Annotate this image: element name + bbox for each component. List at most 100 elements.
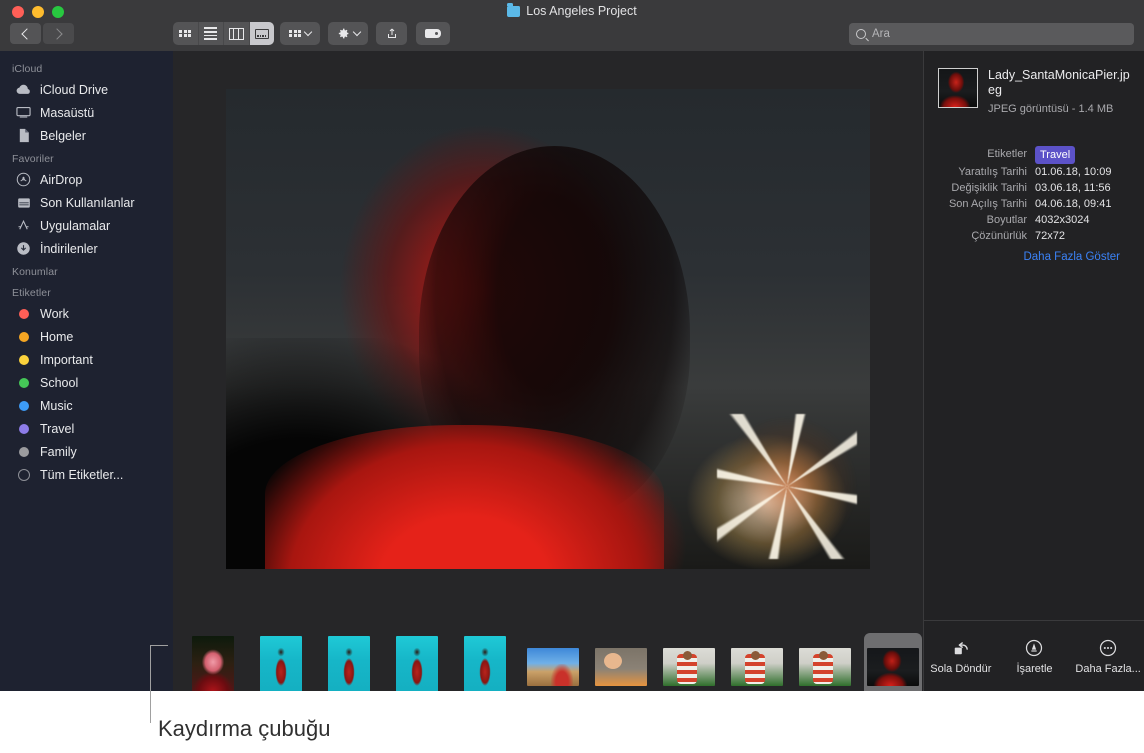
preview-area [173,51,923,606]
thumbnail-2[interactable] [252,633,310,691]
thumbnail-9[interactable] [728,633,786,691]
markup-icon [1024,638,1044,658]
search-field[interactable]: Ara [849,23,1134,45]
metadata-row-modified: Değişiklik Tarihi 03.06.18, 11:56 [924,180,1132,196]
metadata-key: Son Açılış Tarihi [924,196,1035,212]
sidebar-item-label: Family [40,445,77,459]
markup-button[interactable]: İşaretle [999,638,1069,675]
window-toolbar: Los Angeles Project [0,0,1144,52]
back-button[interactable] [10,23,41,44]
desktop-icon [16,105,31,120]
thumbnail-6[interactable] [524,633,582,691]
tag-dot-icon [16,444,31,459]
share-button[interactable] [376,22,407,45]
documents-icon [16,128,31,143]
sidebar-section-locations: Konumlar [0,260,173,281]
sidebar-item-tag-family[interactable]: Family [0,440,173,463]
sidebar-item-label: İndirilenler [40,242,98,256]
thumbnail-1[interactable] [184,633,242,691]
info-panel: Lady_SantaMonicaPier.jpeg JPEG görüntüsü… [923,51,1144,691]
thumbnail-5[interactable] [456,633,514,691]
thumbnail-11[interactable] [864,633,922,691]
action-label: Sola Döndür [930,663,991,675]
sidebar-item-tag-important[interactable]: Important [0,348,173,371]
info-file-thumbnail [938,68,978,108]
show-more-link[interactable]: Daha Fazla Göster [924,251,1132,263]
tag-dot-icon [16,398,31,413]
window-title: Los Angeles Project [0,4,1144,18]
sidebar-item-downloads[interactable]: İndirilenler [0,237,173,260]
main-photo-preview[interactable] [226,89,870,569]
sidebar-item-tag-school[interactable]: School [0,371,173,394]
sidebar-item-applications[interactable]: Uygulamalar [0,214,173,237]
more-button[interactable]: Daha Fazla... [1073,638,1143,675]
action-label: İşaretle [1016,663,1052,675]
sidebar-item-tag-home[interactable]: Home [0,325,173,348]
sidebar[interactable]: iCloud iCloud Drive Masaüstü Belgeler [0,51,173,691]
metadata-key: Etiketler [924,146,1035,164]
content-area [173,51,923,691]
sidebar-item-tag-work[interactable]: Work [0,302,173,325]
tag-dot-outline-icon [16,467,31,482]
metadata-value: 72x72 [1035,228,1065,244]
sidebar-item-recents[interactable]: Son Kullanılanlar [0,191,173,214]
metadata-value: 4032x3024 [1035,212,1089,228]
arrange-button[interactable] [280,22,320,45]
downloads-icon [16,241,31,256]
sidebar-section-tags: Etiketler [0,281,173,302]
tag-dot-icon [16,375,31,390]
sidebar-item-all-tags[interactable]: Tüm Etiketler... [0,463,173,486]
thumbnail-8[interactable] [660,633,718,691]
sidebar-item-documents[interactable]: Belgeler [0,124,173,147]
chevron-left-icon [21,28,32,39]
sidebar-item-label: Belgeler [40,129,86,143]
sidebar-item-airdrop[interactable]: AirDrop [0,168,173,191]
tag-badge-travel[interactable]: Travel [1035,146,1075,164]
rotate-left-button[interactable]: Sola Döndür [926,638,996,675]
list-view-button[interactable] [199,22,225,45]
applications-icon [16,218,31,233]
sidebar-section-favorites: Favoriler [0,147,173,168]
tag-dot-icon [16,306,31,321]
forward-button[interactable] [43,23,74,44]
thumbnail-7[interactable] [592,633,650,691]
sidebar-item-label: Home [40,330,73,344]
maximize-button[interactable] [52,6,64,18]
metadata-key: Çözünürlük [924,228,1035,244]
sidebar-item-tag-travel[interactable]: Travel [0,417,173,440]
finder-window: Los Angeles Project [0,0,1144,691]
sidebar-item-desktop[interactable]: Masaüstü [0,101,173,124]
action-label: Daha Fazla... [1075,663,1140,675]
metadata-value: 03.06.18, 11:56 [1035,180,1111,196]
callout-label: Kaydırma çubuğu [158,716,330,742]
action-menu-button[interactable] [328,22,368,45]
info-action-bar: Sola Döndür İşaretle [924,620,1144,691]
sidebar-item-icloud-drive[interactable]: iCloud Drive [0,78,173,101]
thumbnail-3[interactable] [320,633,378,691]
metadata-row-dimensions: Boyutlar 4032x3024 [924,212,1132,228]
sidebar-section-icloud: iCloud [0,57,173,78]
thumbnail-10[interactable] [796,633,854,691]
sidebar-item-tag-music[interactable]: Music [0,394,173,417]
minimize-button[interactable] [32,6,44,18]
filmstrip[interactable] [173,606,923,691]
cloud-icon [16,82,31,97]
close-button[interactable] [12,6,24,18]
icon-view-button[interactable] [173,22,199,45]
chevron-right-icon [51,28,62,39]
thumbnail-4[interactable] [388,633,446,691]
gallery-view-button[interactable] [250,22,275,45]
sidebar-item-label: Tüm Etiketler... [40,468,123,482]
info-file-name: Lady_SantaMonicaPier.jpeg [988,68,1132,98]
metadata-row-resolution: Çözünürlük 72x72 [924,228,1132,244]
edit-tags-button[interactable] [416,22,450,45]
recents-icon [16,195,31,210]
gallery-icon [255,29,269,39]
chevron-down-icon [304,28,312,36]
column-view-button[interactable] [224,22,250,45]
tag-dot-icon [16,329,31,344]
sidebar-item-label: Uygulamalar [40,219,110,233]
rotate-left-icon [951,638,971,658]
sidebar-item-label: Work [40,307,69,321]
sidebar-item-label: Travel [40,422,74,436]
